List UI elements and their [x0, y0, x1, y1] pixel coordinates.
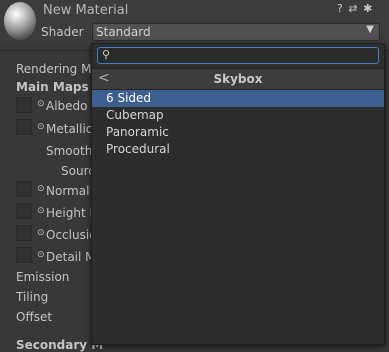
shader-option-6-sided[interactable]: 6 Sided: [92, 90, 384, 107]
normal-texture-slot[interactable]: [16, 181, 32, 197]
occlusion-picker-icon[interactable]: ⊙: [37, 228, 45, 238]
preset-icon[interactable]: ⇄: [348, 2, 358, 15]
height-picker-icon[interactable]: ⊙: [37, 206, 45, 216]
search-input[interactable]: [114, 48, 374, 63]
main-maps-header: Main Maps: [16, 80, 89, 94]
option-label: Procedural: [106, 142, 170, 156]
shader-popup: ⚲ < Skybox 6 Sided Cubemap Panoramic Pro…: [91, 43, 385, 345]
help-icon[interactable]: ?: [337, 2, 344, 15]
rendering-mode-label: Rendering Mo: [16, 62, 99, 76]
normal-picker-icon[interactable]: ⊙: [37, 184, 45, 194]
header-icons: ? ⇄ ✱: [337, 2, 373, 15]
albedo-picker-icon[interactable]: ⊙: [37, 99, 45, 109]
shader-option-procedural[interactable]: Procedural: [92, 141, 384, 158]
height-texture-slot[interactable]: [16, 203, 32, 219]
material-preview-sphere: [4, 2, 36, 40]
tiling-label: Tiling: [16, 290, 49, 304]
occlusion-label: Occlusio: [46, 228, 97, 242]
dropdown-arrow-icon: ▼: [366, 24, 374, 35]
detail-texture-slot[interactable]: [16, 247, 32, 263]
option-label: 6 Sided: [106, 91, 152, 105]
albedo-texture-slot[interactable]: [16, 97, 32, 113]
search-icon: ⚲: [102, 48, 111, 61]
option-label: Cubemap: [106, 108, 164, 122]
shader-option-panoramic[interactable]: Panoramic: [92, 124, 384, 141]
metallic-label: Metallic: [46, 122, 93, 136]
emission-label: Emission: [16, 270, 70, 284]
shader-option-cubemap[interactable]: Cubemap: [92, 107, 384, 124]
shader-label: Shader: [41, 25, 84, 39]
metallic-texture-slot[interactable]: [16, 119, 32, 135]
detail-picker-icon[interactable]: ⊙: [37, 250, 45, 260]
metallic-picker-icon[interactable]: ⊙: [37, 122, 45, 132]
category-header: < Skybox: [92, 68, 384, 90]
albedo-label: Albedo: [46, 99, 88, 113]
shader-value: Standard: [96, 25, 151, 39]
shader-dropdown[interactable]: Standard ▼: [92, 23, 380, 41]
source-label: Sourc: [61, 164, 95, 178]
detail-mask-label: Detail M: [46, 250, 96, 264]
offset-label: Offset: [16, 310, 53, 324]
settings-icon[interactable]: ✱: [363, 2, 373, 15]
occlusion-texture-slot[interactable]: [16, 225, 32, 241]
material-title: New Material: [43, 3, 129, 18]
category-title: Skybox: [213, 72, 263, 86]
option-label: Panoramic: [106, 125, 169, 139]
normal-map-label: Normal I: [46, 184, 97, 198]
shader-search-field[interactable]: ⚲: [97, 47, 379, 64]
